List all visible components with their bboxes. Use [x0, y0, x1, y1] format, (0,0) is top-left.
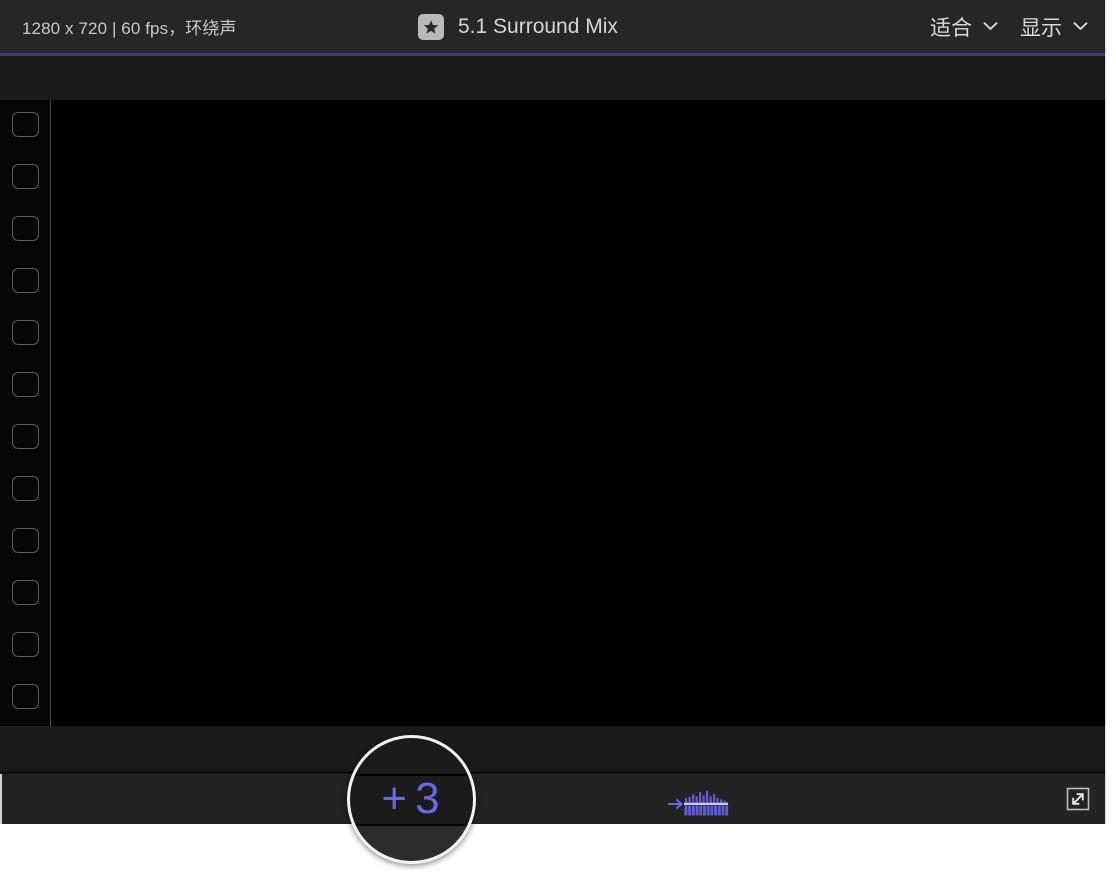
film-perforation-icon — [12, 684, 39, 709]
display-popup-label: 显示 — [1020, 16, 1062, 40]
viewer-panel: 1280 x 720 | 60 fps，环绕声 5.1 Surround Mix… — [0, 0, 1106, 824]
app-root: 1280 x 720 | 60 fps，环绕声 5.1 Surround Mix… — [0, 0, 1116, 880]
magnifier-loupe: +3 — [347, 735, 476, 864]
loupe-count: 3 — [415, 773, 446, 823]
film-perforation-icon — [12, 112, 39, 137]
viewer-stage — [0, 100, 1105, 726]
fit-popup-button[interactable]: 适合 — [930, 12, 998, 42]
film-perforation-icon — [12, 580, 39, 605]
loupe-plus-symbol: + — [381, 773, 414, 823]
media-info-group: 1280 x 720 | 60 fps，环绕声 — [22, 0, 237, 53]
film-perforation-icon — [12, 632, 39, 657]
star-icon — [418, 13, 444, 40]
film-perforation-icon — [12, 320, 39, 345]
film-perforation-icon — [12, 372, 39, 397]
loupe-content: +3 — [381, 773, 446, 823]
fit-popup-label: 适合 — [930, 16, 972, 40]
viewer-controls: 适合 显示 — [930, 0, 1088, 53]
film-perforation-icon — [12, 528, 39, 553]
project-title: 5.1 Surround Mix — [458, 14, 618, 38]
film-perforation-icon — [12, 424, 39, 449]
viewer-toolbar — [0, 774, 1105, 824]
audio-meter-icon[interactable] — [668, 789, 730, 819]
media-info-label: 1280 x 720 | 60 fps，环绕声 — [22, 19, 237, 38]
upper-strip — [0, 56, 1105, 100]
chevron-down-icon — [983, 18, 998, 36]
expand-diagonal-icon[interactable] — [1065, 786, 1091, 812]
video-canvas[interactable] — [51, 100, 1105, 726]
chevron-down-icon — [1073, 18, 1088, 36]
film-perforation-icon — [12, 216, 39, 241]
filmstrip-gutter — [0, 100, 51, 726]
film-perforation-icon — [12, 164, 39, 189]
display-popup-button[interactable]: 显示 — [1020, 12, 1088, 42]
film-perforation-icon — [12, 268, 39, 293]
viewer-titlebar: 1280 x 720 | 60 fps，环绕声 5.1 Surround Mix… — [0, 0, 1105, 53]
project-title-group: 5.1 Surround Mix — [418, 0, 618, 53]
film-perforation-icon — [12, 476, 39, 501]
viewer-lower-strip — [0, 726, 1105, 773]
